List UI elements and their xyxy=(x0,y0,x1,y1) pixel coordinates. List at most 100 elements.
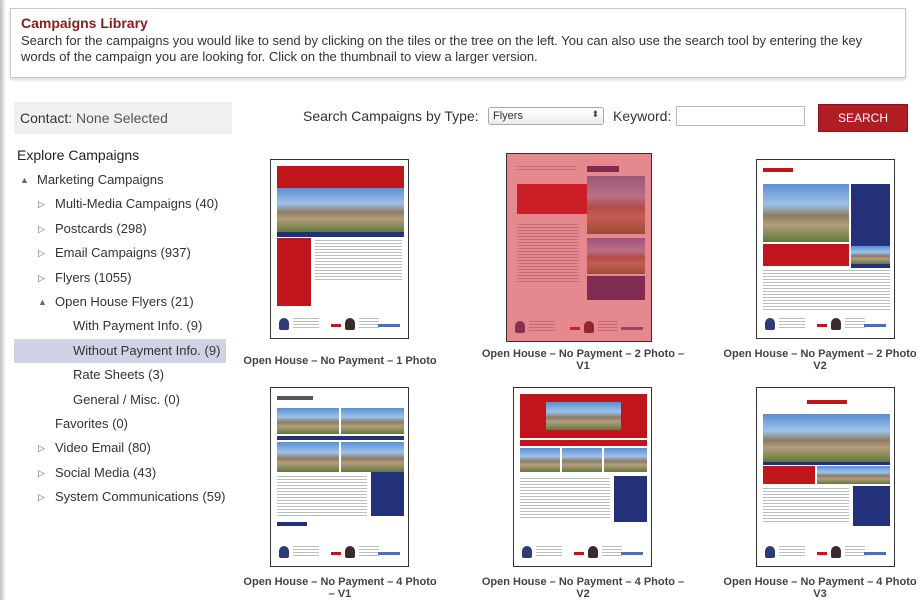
agent-avatar xyxy=(765,546,775,558)
info-banner xyxy=(763,244,849,266)
tree-item-label: Video Email (80) xyxy=(55,440,151,456)
agent-info xyxy=(358,546,379,556)
tile-caption[interactable]: Open House – No Payment – 2 Photo – V1 xyxy=(478,348,688,372)
flyer-heading xyxy=(277,396,313,400)
info-strip xyxy=(277,232,404,237)
collapsed-arrow-icon[interactable]: ▷ xyxy=(38,266,45,290)
flyer-thumbnail[interactable] xyxy=(270,159,409,339)
flyer-heading xyxy=(807,400,847,404)
tree-item-label: With Payment Info. (9) xyxy=(73,318,203,334)
search-type-label: Search Campaigns by Type: xyxy=(303,108,479,124)
explore-title: Explore Campaigns xyxy=(17,147,140,163)
agent-info xyxy=(293,318,319,328)
info-banner xyxy=(763,466,815,484)
search-button[interactable]: SEARCH xyxy=(818,104,908,132)
flyer-thumbnail[interactable] xyxy=(506,153,652,342)
tree-item[interactable]: With Payment Info. (9) xyxy=(14,314,226,338)
collapsed-arrow-icon[interactable]: ▷ xyxy=(38,436,45,460)
agent-info xyxy=(844,546,865,556)
house-photo xyxy=(562,448,602,472)
tile-caption[interactable]: Open House – No Payment – 4 Photo – V2 xyxy=(478,576,688,600)
agent-info xyxy=(536,546,562,556)
info-strip xyxy=(763,462,890,465)
tree-item[interactable]: ▷ Email Campaigns (937) xyxy=(14,241,226,265)
brand-logo xyxy=(378,552,400,555)
expanded-arrow-icon[interactable]: ▲ xyxy=(20,168,29,192)
logo-mark xyxy=(330,324,341,327)
agent-avatar xyxy=(587,546,598,558)
flyer-body-text xyxy=(763,488,849,524)
type-select-value: Flyers xyxy=(493,110,523,122)
tree-item[interactable]: ▷ Video Email (80) xyxy=(14,436,226,460)
house-photo xyxy=(851,246,890,264)
logo-mark xyxy=(330,552,341,555)
tile-caption[interactable]: Open House – No Payment – 4 Photo – V1 xyxy=(240,576,440,600)
tree-item-label: System Communications (59) xyxy=(55,489,226,505)
keyword-input[interactable] xyxy=(676,106,805,126)
house-photo xyxy=(341,442,404,472)
tile-caption[interactable]: Open House – No Payment – 4 Photo V3 xyxy=(720,576,920,600)
features-panel xyxy=(614,476,647,522)
agent-avatar xyxy=(830,318,841,330)
flyer-banner xyxy=(277,166,404,188)
features-panel xyxy=(277,238,311,306)
flyer-heading xyxy=(763,168,793,172)
logo-mark xyxy=(816,552,827,555)
tile-caption[interactable]: Open House – No Payment – 2 Photo V2 xyxy=(720,348,920,372)
price-text xyxy=(277,522,307,526)
agent-avatar xyxy=(344,546,355,558)
house-photo xyxy=(341,408,404,434)
info-strip xyxy=(277,436,404,440)
tree-item[interactable]: ▷ Flyers (1055) xyxy=(14,266,226,290)
flyer-body-text xyxy=(763,270,890,310)
tree-item[interactable]: General / Misc. (0) xyxy=(14,388,226,412)
tree-item-label: Favorites (0) xyxy=(55,415,128,431)
brand-logo xyxy=(378,324,400,327)
page-description: Search for the campaigns you would like … xyxy=(21,33,863,64)
collapsed-arrow-icon[interactable]: ▷ xyxy=(38,241,45,265)
agent-info xyxy=(358,318,379,328)
collapsed-arrow-icon[interactable]: ▷ xyxy=(38,461,45,485)
agent-info xyxy=(293,546,319,556)
house-photo xyxy=(277,188,404,232)
tree-item[interactable]: Rate Sheets (3) xyxy=(14,363,226,387)
flyer-thumbnail[interactable] xyxy=(756,159,895,339)
hover-highlight xyxy=(507,154,651,341)
tree-item[interactable]: ▷ System Communications (59) xyxy=(14,485,226,509)
features-panel xyxy=(371,472,404,516)
contact-selector[interactable]: Contact: None Selected xyxy=(14,102,232,134)
tree-item-label: Postcards (298) xyxy=(55,220,147,236)
tile-caption[interactable]: Open House – No Payment – 1 Photo xyxy=(240,355,440,367)
tree-item[interactable]: Favorites (0) xyxy=(14,412,226,436)
tree-item[interactable]: ▷ Multi-Media Campaigns (40) xyxy=(14,192,226,216)
flyer-thumbnail[interactable] xyxy=(513,387,652,567)
tree-item-label: Marketing Campaigns xyxy=(37,172,164,187)
flyer-thumbnail[interactable] xyxy=(756,387,895,567)
type-select[interactable]: Flyers ⬍ xyxy=(488,107,604,125)
house-photo xyxy=(546,402,621,430)
tree-item-label: Without Payment Info. (9) xyxy=(73,342,221,358)
flyer-thumbnail[interactable] xyxy=(270,387,409,567)
flyer-body-text xyxy=(315,240,402,280)
agent-avatar xyxy=(279,318,289,330)
agent-avatar xyxy=(279,546,289,558)
agent-avatar xyxy=(522,546,532,558)
collapsed-arrow-icon[interactable]: ▷ xyxy=(38,192,45,216)
tree-item[interactable]: ▲ Marketing Campaigns xyxy=(14,168,226,192)
house-photo xyxy=(763,414,890,462)
tree-item[interactable]: ▷ Postcards (298) xyxy=(14,217,226,241)
collapsed-arrow-icon[interactable]: ▷ xyxy=(38,217,45,241)
logo-mark xyxy=(573,552,584,555)
house-photo xyxy=(520,448,560,472)
tree-item[interactable]: Without Payment Info. (9) xyxy=(14,338,226,364)
expanded-arrow-icon[interactable]: ▲ xyxy=(38,290,47,314)
tree-item[interactable]: ▷ Social Media (43) xyxy=(14,461,226,485)
window-edge xyxy=(0,0,6,600)
tree-item-label: Open House Flyers (21) xyxy=(55,293,194,309)
library-header: Campaigns Library Search for the campaig… xyxy=(10,8,906,78)
tree-item-label: Flyers (1055) xyxy=(55,269,132,285)
tree-item[interactable]: ▲ Open House Flyers (21) xyxy=(14,290,226,314)
collapsed-arrow-icon[interactable]: ▷ xyxy=(38,485,45,509)
tree-item-label: Rate Sheets (3) xyxy=(73,367,165,383)
tree-item-label: Multi-Media Campaigns (40) xyxy=(55,196,219,212)
